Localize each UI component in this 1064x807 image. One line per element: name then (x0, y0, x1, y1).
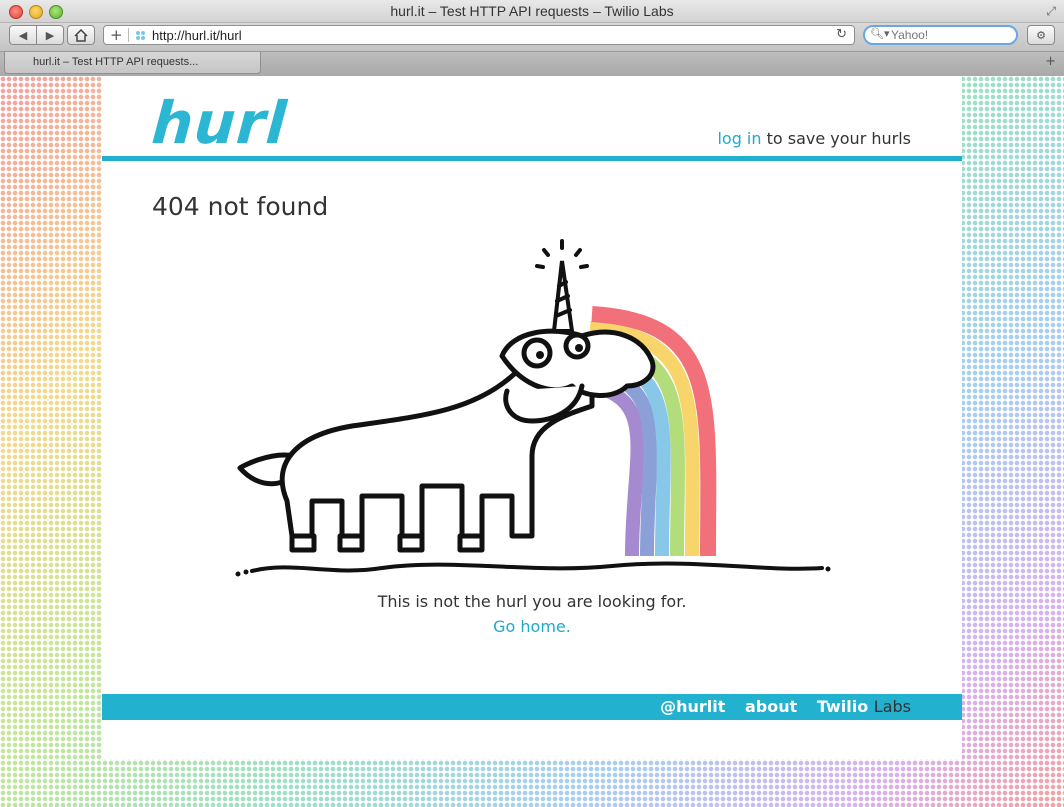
login-suffix: to save your hurls (761, 129, 911, 148)
window-titlebar: hurl.it – Test HTTP API requests – Twili… (0, 0, 1064, 23)
hurl-logo[interactable]: hurl (150, 89, 290, 157)
twitter-link[interactable]: @hurlit (660, 697, 725, 716)
tab-bar: hurl.it – Test HTTP API requests... + (0, 51, 1064, 77)
twilio-labs-link[interactable]: Twilio Labs (817, 697, 911, 716)
not-found-message: This is not the hurl you are looking for… (377, 592, 687, 611)
forward-button[interactable]: ▶ (36, 25, 64, 45)
site-favicon-icon (136, 31, 146, 40)
go-home-link[interactable]: Go home. (102, 617, 962, 636)
browser-toolbar: ◀ ▶ + http://hurl.it/hurl ↻ 🔍︎▾ Yahoo! ⚙ (0, 23, 1064, 51)
address-bar-divider (128, 28, 129, 42)
add-bookmark-icon[interactable]: + (110, 26, 123, 44)
tab-label: hurl.it – Test HTTP API requests... (33, 56, 199, 68)
chevron-right-icon: ▶ (45, 28, 55, 42)
back-button[interactable]: ◀ (9, 25, 37, 45)
home-icon (74, 28, 88, 42)
new-tab-icon[interactable]: + (1045, 54, 1056, 69)
chevron-left-icon: ◀ (18, 28, 28, 42)
settings-button[interactable]: ⚙ (1027, 25, 1055, 45)
header-divider (102, 156, 962, 161)
page-viewport: hurl log in to save your hurls 404 not f… (0, 76, 1064, 807)
unicorn-horn (535, 239, 589, 333)
search-icon[interactable]: 🔍︎▾ (870, 27, 890, 40)
window-title: hurl.it – Test HTTP API requests – Twili… (390, 3, 674, 19)
gear-icon: ⚙ (1036, 28, 1046, 42)
about-link[interactable]: about (745, 697, 797, 716)
unicorn-body (237, 328, 656, 553)
search-input[interactable]: 🔍︎▾ Yahoo! (863, 25, 1018, 45)
fullscreen-icon[interactable]: ⤢ (1046, 4, 1056, 19)
twilio-text: Twilio (816, 697, 869, 716)
unicorn-illustration (235, 239, 831, 577)
page-title: 404 not found (152, 192, 329, 221)
address-bar[interactable]: + http://hurl.it/hurl ↻ (103, 25, 855, 45)
url-text[interactable]: http://hurl.it/hurl (152, 28, 242, 43)
login-link[interactable]: log in (717, 129, 761, 148)
footer-links: @hurlit about Twilio Labs (646, 697, 911, 716)
login-prompt: log in to save your hurls (717, 129, 911, 148)
reload-icon[interactable]: ↻ (836, 27, 847, 42)
labs-text: Labs (873, 697, 911, 716)
search-placeholder: Yahoo! (891, 28, 929, 42)
tab-hurl[interactable]: hurl.it – Test HTTP API requests... (4, 52, 261, 74)
home-button[interactable] (67, 25, 95, 45)
page-footer: @hurlit about Twilio Labs (102, 694, 962, 720)
page-container: hurl log in to save your hurls 404 not f… (102, 76, 962, 759)
ground-line (250, 561, 824, 573)
